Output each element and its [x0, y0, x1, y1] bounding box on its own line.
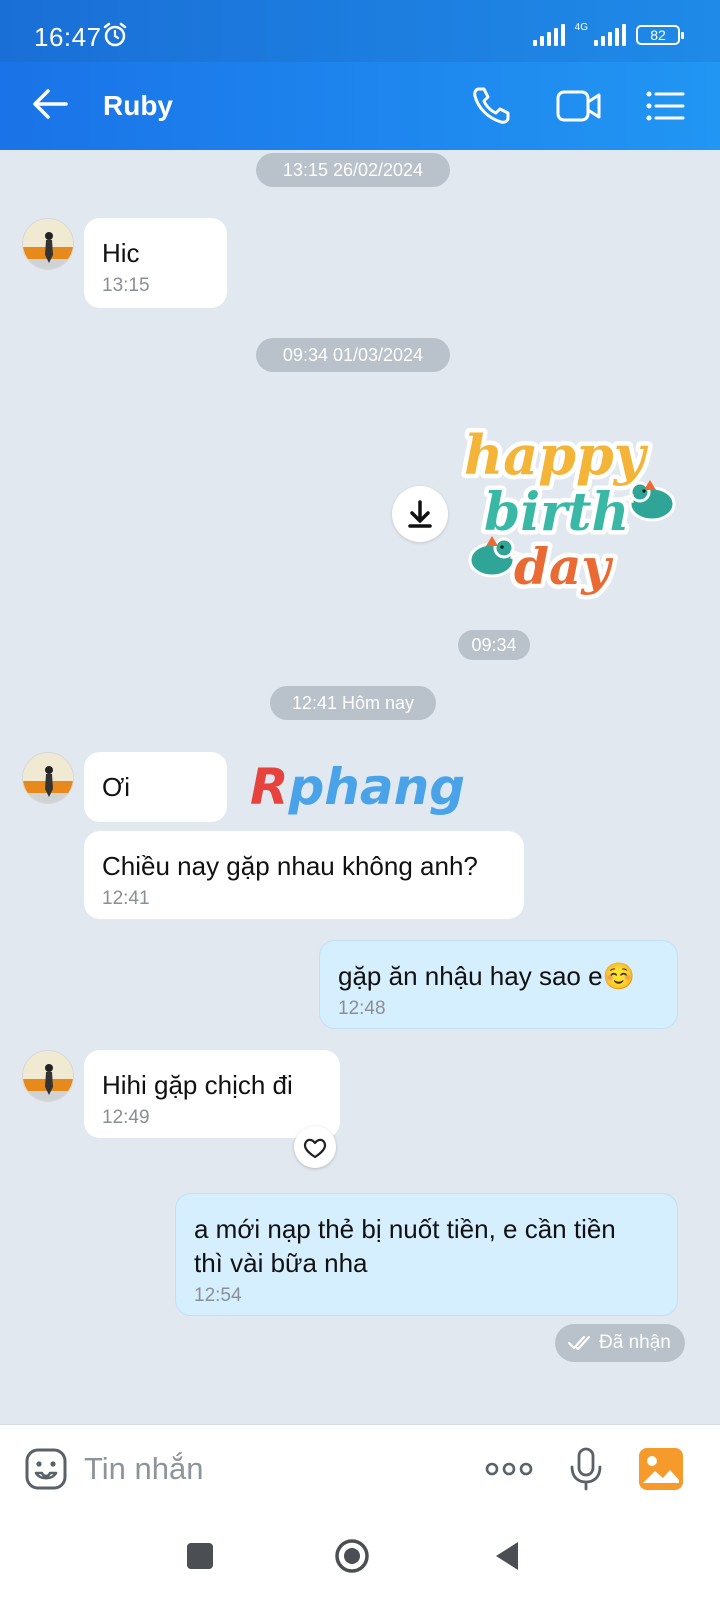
contact-name[interactable]: Ruby [103, 90, 173, 122]
date-separator: 09:34 01/03/2024 [256, 338, 450, 372]
message-text: Hic [102, 238, 140, 268]
back-arrow-icon[interactable] [30, 84, 70, 124]
message-bubble[interactable]: a mới nạp thẻ bị nuốt tiền, e cần tiền t… [175, 1193, 678, 1316]
avatar[interactable] [22, 1050, 74, 1102]
status-indicators: 4G 82 [532, 21, 684, 46]
emoji-icon[interactable] [24, 1447, 68, 1491]
svg-text:Rphang: Rphang [250, 758, 465, 816]
date-separator: 13:15 26/02/2024 [256, 153, 450, 187]
system-nav-bar [0, 1514, 720, 1600]
message-time: 12:49 [102, 1107, 150, 1128]
message-composer [0, 1424, 720, 1514]
react-button[interactable] [294, 1126, 336, 1168]
heart-icon [303, 1138, 327, 1159]
recent-apps-icon[interactable] [180, 1536, 220, 1576]
message-text-line: thì vài bữa nha [194, 1248, 368, 1278]
network-type: 4G [574, 21, 588, 33]
microphone-icon[interactable] [568, 1447, 604, 1491]
date-separator: 12:41 Hôm nay [270, 686, 436, 720]
signal-icon [532, 24, 565, 46]
menu-list-icon[interactable] [643, 84, 687, 128]
message-bubble[interactable]: gặp ăn nhậu hay sao e☺️ 12:48 [319, 940, 678, 1029]
message-time: 12:48 [338, 998, 386, 1019]
message-text: gặp ăn nhậu hay sao e☺️ [338, 961, 635, 991]
message-text: Hihi gặp chịch đi [102, 1070, 293, 1100]
back-nav-icon[interactable] [488, 1536, 528, 1576]
avatar[interactable] [22, 218, 74, 270]
message-bubble[interactable]: Hihi gặp chịch đi 12:49 [84, 1050, 340, 1138]
more-icon[interactable] [484, 1447, 534, 1491]
signal-icon-2 [594, 24, 626, 46]
message-text: Ơi [102, 772, 131, 802]
message-time: 12:54 [194, 1285, 242, 1306]
home-icon[interactable] [332, 1536, 372, 1576]
birthday-sticker[interactable]: happy birth day [456, 412, 686, 610]
message-time: 09:34 [458, 630, 530, 660]
status-time: 16:47 [34, 22, 102, 52]
sticker-word: day [514, 537, 613, 596]
message-bubble[interactable]: Chiều nay gặp nhau không anh? 12:41 [84, 831, 524, 919]
chat-header: Ruby [0, 62, 720, 150]
message-time: 12:41 [102, 888, 150, 909]
delivery-status: Đã nhận [555, 1324, 685, 1362]
double-check-icon [567, 1335, 591, 1351]
message-list[interactable]: 13:15 26/02/2024 Hic 13:15 09:34 01/03/2… [0, 150, 720, 1425]
status-bar: 16:47 4G 82 [0, 0, 720, 62]
message-text: Chiều nay gặp nhau không anh? [102, 851, 478, 881]
message-time: 13:15 [102, 275, 150, 296]
download-icon [408, 500, 432, 528]
message-input[interactable] [84, 1443, 464, 1495]
message-bubble[interactable]: Ơi [84, 752, 227, 822]
video-call-icon[interactable] [555, 84, 603, 128]
message-text-line: a mới nạp thẻ bị nuốt tiền, e cần tiền [194, 1214, 616, 1244]
watermark-logo: Rphang [249, 757, 466, 817]
battery-icon: 82 [636, 25, 684, 45]
sticker-word: birth [484, 482, 629, 543]
alarm-icon [103, 22, 127, 47]
image-icon[interactable] [638, 1447, 684, 1491]
avatar[interactable] [22, 752, 74, 804]
message-bubble[interactable]: Hic 13:15 [84, 218, 227, 308]
delivery-status-text: Đã nhận [599, 1332, 671, 1353]
download-button[interactable] [392, 486, 448, 542]
phone-icon[interactable] [470, 84, 514, 128]
sticker-word: happy [464, 423, 649, 487]
